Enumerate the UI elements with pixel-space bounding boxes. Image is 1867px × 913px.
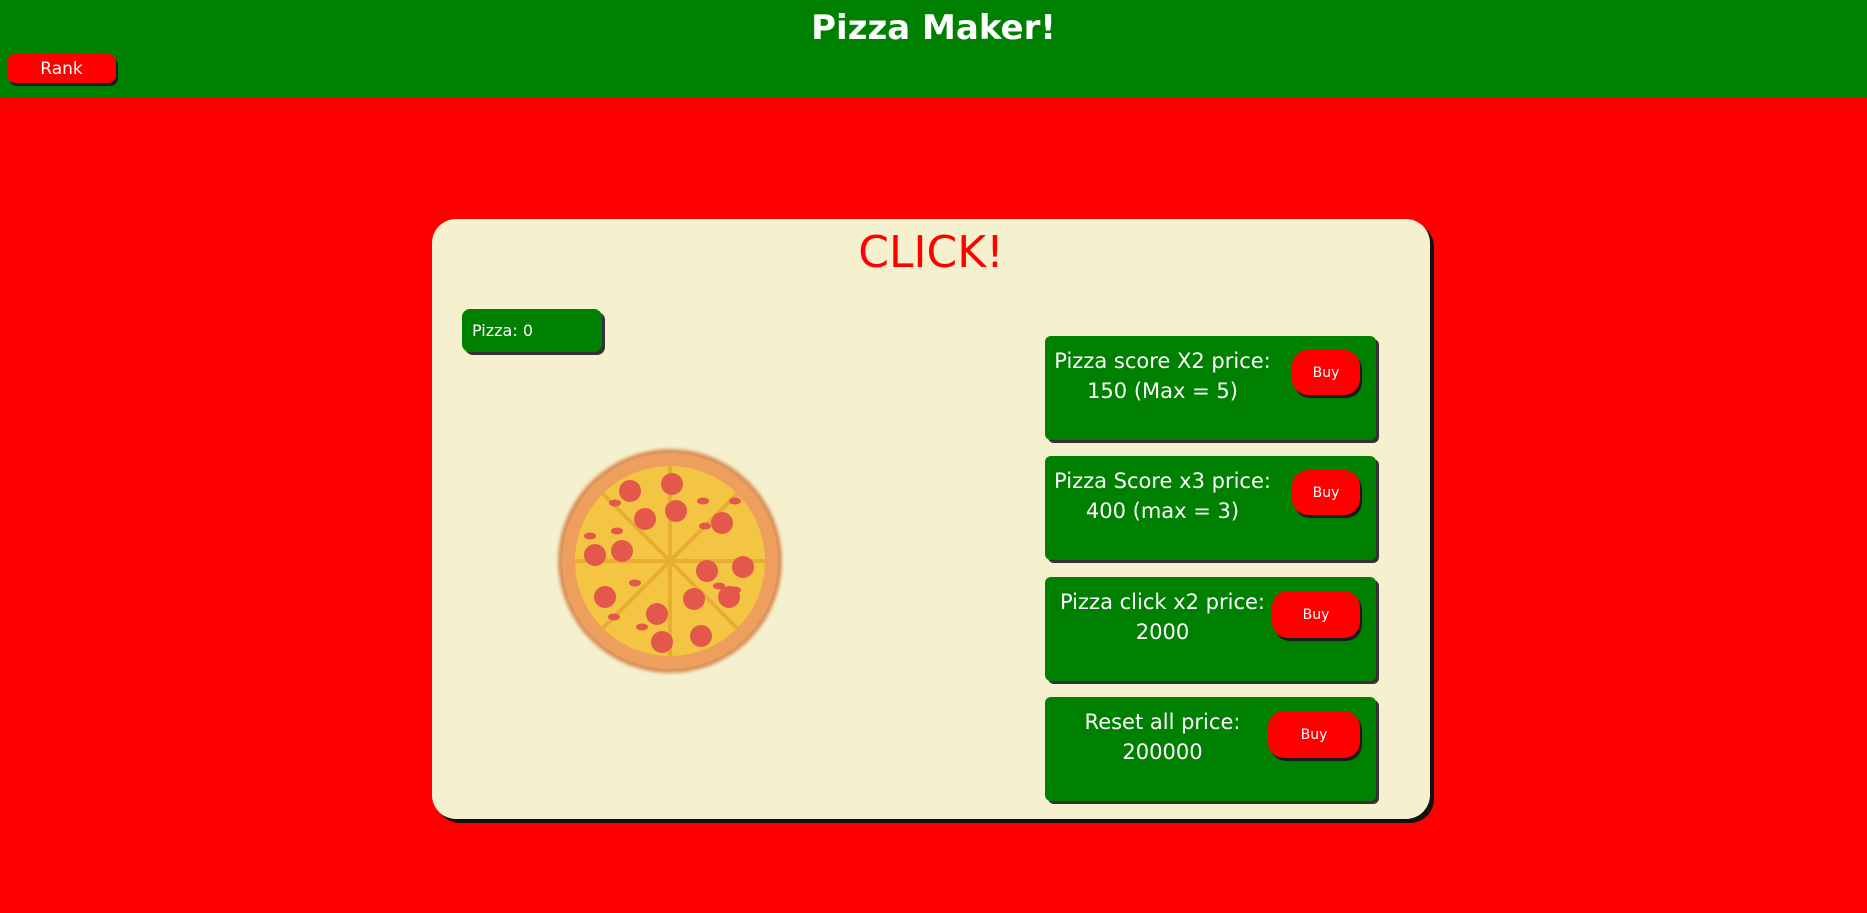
app-title: Pizza Maker!	[811, 8, 1056, 48]
buy-score-x2-button[interactable]: Buy	[1292, 350, 1360, 395]
buy-score-x3-button[interactable]: Buy	[1292, 470, 1360, 515]
shop-item-score-x3: Pizza Score x3 price: 400 (max = 3) Buy	[1045, 456, 1376, 560]
game-card: CLICK! Pizza: 0 Pizza score X2 price: 15…	[432, 219, 1430, 819]
shop-item-text: Reset all price: 200000	[1084, 710, 1241, 764]
rank-button[interactable]: Rank	[7, 54, 116, 83]
click-title: CLICK!	[858, 227, 1004, 278]
buy-click-x2-button[interactable]: Buy	[1272, 591, 1360, 638]
buy-reset-all-button[interactable]: Buy	[1268, 711, 1360, 758]
pizza-button[interactable]	[555, 446, 785, 676]
shop-item-text: Pizza score X2 price: 150 (Max = 5)	[1054, 349, 1271, 403]
pizza-counter: Pizza: 0	[462, 309, 602, 352]
shop-item-text: Pizza Score x3 price: 400 (max = 3)	[1054, 469, 1271, 523]
shop-item-reset-all: Reset all price: 200000 Buy	[1045, 697, 1376, 801]
shop-item-text: Pizza click x2 price: 2000	[1059, 590, 1266, 644]
shop-item-score-x2: Pizza score X2 price: 150 (Max = 5) Buy	[1045, 336, 1376, 440]
shop-item-click-x2: Pizza click x2 price: 2000 Buy	[1045, 577, 1376, 681]
header-bar: Pizza Maker! Rank	[0, 0, 1867, 98]
